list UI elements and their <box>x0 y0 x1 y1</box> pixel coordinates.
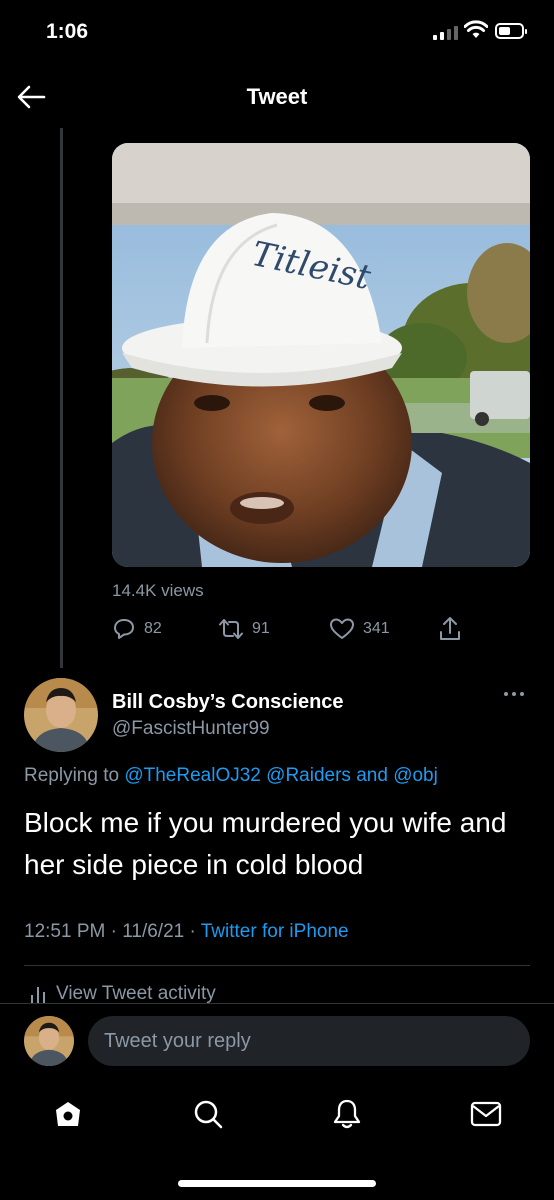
tweet-date[interactable]: 11/6/21 <box>122 921 184 942</box>
retweet-count: 91 <box>252 620 270 638</box>
author-avatar[interactable] <box>24 678 98 752</box>
notifications-bell-icon <box>332 1098 362 1130</box>
home-icon <box>53 1099 83 1129</box>
replying-to-line: Replying to @TheRealOJ32 @Raiders and @o… <box>24 765 438 787</box>
analytics-bars-icon <box>30 985 46 1003</box>
my-avatar[interactable] <box>24 1016 74 1066</box>
share-icon[interactable] <box>438 616 462 642</box>
like-action[interactable]: 341 <box>329 617 390 641</box>
cellular-signal-icon <box>433 26 458 40</box>
nav-home[interactable] <box>48 1094 88 1134</box>
and-word: and <box>356 765 388 786</box>
retweet-icon <box>218 617 244 641</box>
view-count: 14.4K views <box>112 581 204 601</box>
view-activity-link[interactable]: View Tweet activity <box>30 983 216 1005</box>
status-time: 1:06 <box>46 20 88 44</box>
home-indicator-bar[interactable] <box>178 1180 376 1187</box>
like-heart-icon <box>329 617 355 641</box>
wifi-icon <box>464 20 488 40</box>
more-options-icon[interactable] <box>503 690 525 698</box>
nav-notifications[interactable] <box>327 1094 367 1134</box>
battery-icon <box>495 23 524 39</box>
messages-envelope-icon <box>470 1101 502 1127</box>
nav-messages[interactable] <box>466 1094 506 1134</box>
replying-to-label: Replying to <box>24 765 119 786</box>
retweet-action[interactable]: 91 <box>218 617 270 641</box>
page-title: Tweet <box>0 84 554 110</box>
separator-dot: · <box>189 921 195 942</box>
tweet-body-text: Block me if you murdered you wife and he… <box>24 802 534 886</box>
reply-input[interactable] <box>88 1016 530 1066</box>
reply-icon <box>112 617 136 641</box>
author-handle[interactable]: @FascistHunter99 <box>112 718 270 740</box>
thread-connector-line <box>60 128 63 668</box>
mention-link[interactable]: @Raiders <box>266 765 351 786</box>
tweet-time[interactable]: 12:51 PM <box>24 921 105 942</box>
view-activity-label: View Tweet activity <box>56 983 216 1005</box>
video-thumbnail[interactable]: Titleist <box>112 143 530 567</box>
mention-link[interactable]: @TheRealOJ32 <box>124 765 261 786</box>
mention-link[interactable]: @obj <box>393 765 438 786</box>
divider <box>24 965 530 966</box>
author-name[interactable]: Bill Cosby’s Conscience <box>112 691 344 714</box>
search-icon <box>192 1098 224 1130</box>
nav-search[interactable] <box>188 1094 228 1134</box>
like-count: 341 <box>363 620 390 638</box>
reply-count: 82 <box>144 620 162 638</box>
separator-dot: · <box>111 921 117 942</box>
tweet-source[interactable]: Twitter for iPhone <box>201 921 349 942</box>
reply-action[interactable]: 82 <box>112 617 162 641</box>
battery-level-fill <box>499 27 510 35</box>
tweet-metadata: 12:51 PM · 11/6/21 · Twitter for iPhone <box>24 921 349 943</box>
